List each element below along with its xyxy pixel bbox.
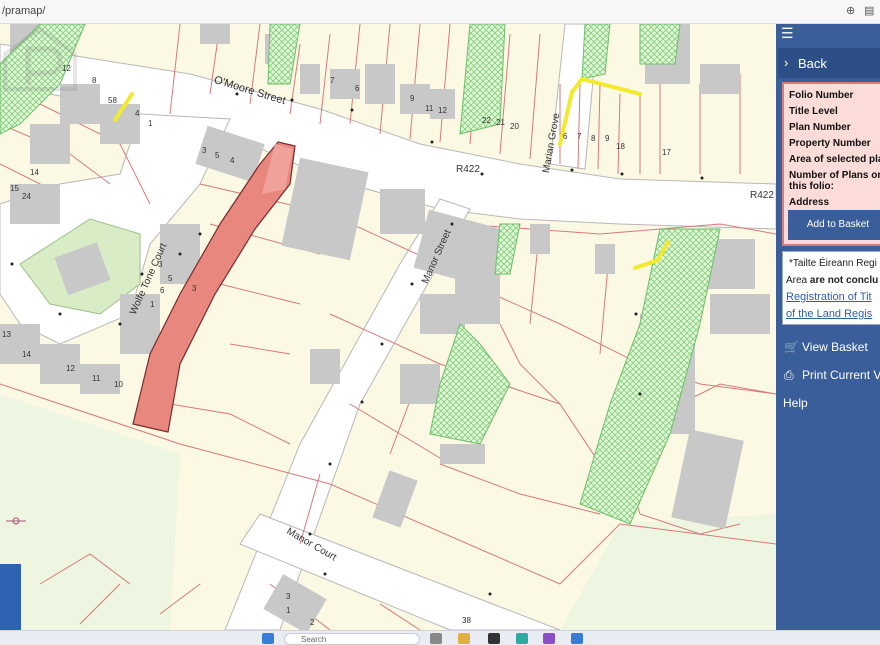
house-number: 17	[662, 148, 671, 157]
house-number: 58	[108, 96, 117, 105]
house-number: 11	[92, 374, 101, 383]
number-of-plans-label: Number of Plans on	[789, 170, 880, 181]
house-number: 14	[22, 350, 31, 359]
house-number: 3	[286, 592, 291, 601]
house-number: 14	[30, 168, 39, 177]
house-number: 38	[462, 616, 471, 625]
house-number: 8	[92, 76, 97, 85]
note-bold: are not conclu	[809, 275, 879, 286]
print-view-button[interactable]: ⎙ Print Current V	[776, 363, 880, 387]
note-line-1: *Tailte Éireann Regi	[789, 258, 877, 269]
land-registry-link[interactable]: of the Land Regis	[786, 308, 872, 320]
house-number: 24	[22, 192, 31, 201]
sidebar-panel: ☰ › Back Folio Number Title Level Plan N…	[776, 24, 880, 630]
menu-icon[interactable]: ☰	[781, 26, 795, 40]
property-number-label: Property Number	[789, 138, 871, 149]
house-number: 4	[230, 156, 235, 165]
view-basket-label: View Basket	[802, 340, 868, 354]
taskbar-search[interactable]: Search	[284, 633, 420, 645]
house-number: 11	[425, 104, 434, 113]
url-text: /pramap/	[2, 5, 46, 17]
house-number: 4	[135, 109, 140, 118]
folio-number-label: Folio Number	[789, 90, 854, 101]
house-number: 1	[150, 300, 155, 309]
watermark-logo	[3, 26, 77, 91]
cart-icon: 🛒	[784, 340, 799, 354]
help-label: Help	[783, 396, 808, 410]
add-to-basket-button[interactable]: Add to Basket	[788, 210, 880, 240]
plan-number-label: Plan Number	[789, 122, 851, 133]
house-number: 8	[591, 134, 596, 143]
windows-start-icon[interactable]	[262, 633, 274, 644]
title-level-label: Title Level	[789, 106, 838, 117]
house-number: 13	[2, 330, 11, 339]
number-of-plans-label-2: this folio:	[789, 181, 834, 192]
reader-icon[interactable]: ▤	[864, 4, 874, 17]
house-number: 6	[355, 84, 360, 93]
note-line-2: Area are not conclu	[786, 275, 878, 286]
house-number: 9	[605, 134, 610, 143]
registration-link[interactable]: Registration of Tit	[786, 291, 872, 303]
app-icon-2[interactable]	[543, 633, 555, 644]
view-basket-button[interactable]: 🛒 View Basket	[776, 335, 880, 359]
folio-info-box: Folio Number Title Level Plan Number Pro…	[782, 82, 880, 246]
house-number: 12	[66, 364, 75, 373]
house-number: 1	[148, 119, 153, 128]
house-number: 6	[563, 132, 568, 141]
house-number: 12	[438, 106, 447, 115]
house-number: 3	[158, 260, 163, 269]
house-number: 21	[496, 118, 505, 127]
green-field-right	[560, 514, 776, 630]
house-number: 10	[114, 380, 123, 389]
house-number: 20	[510, 122, 519, 131]
house-number: 7	[577, 132, 582, 141]
green-field	[0, 394, 180, 630]
house-number: 12	[62, 64, 71, 73]
house-number: 5	[215, 151, 220, 160]
browser-address-bar[interactable]: /pramap/ ⊕ ▤	[0, 0, 880, 24]
back-button[interactable]: › Back	[778, 48, 880, 78]
help-button[interactable]: Help	[776, 391, 880, 415]
house-number: 6	[160, 286, 165, 295]
house-number: 9	[410, 94, 415, 103]
house-number: 1	[286, 606, 291, 615]
printer-icon: ⎙	[784, 368, 794, 382]
label-r422-b: R422	[750, 190, 774, 201]
house-number: 3	[202, 146, 207, 155]
note-prefix: Area	[786, 275, 810, 286]
task-view-icon[interactable]	[430, 633, 442, 644]
print-view-label: Print Current V	[802, 368, 880, 382]
left-panel-toggle[interactable]	[0, 564, 21, 630]
file-explorer-icon[interactable]	[458, 633, 470, 644]
app-icon[interactable]	[488, 633, 500, 644]
back-label: Back	[798, 56, 827, 71]
app-icon-3[interactable]	[571, 633, 583, 644]
address-label: Address	[789, 197, 830, 208]
disclaimer-note: *Tailte Éireann Regi Area are not conclu…	[782, 251, 880, 325]
taskbar: Search	[0, 630, 880, 645]
map-canvas[interactable]: O'Moore Street Manor Street Marian Grove…	[0, 24, 776, 630]
house-number: 2	[310, 618, 315, 627]
chevron-right-icon: ›	[784, 55, 789, 70]
house-number: 7	[330, 76, 335, 85]
house-number: 18	[616, 142, 625, 151]
zoom-icon[interactable]: ⊕	[846, 4, 855, 17]
house-number: 15	[10, 184, 19, 193]
house-number: 5	[168, 274, 173, 283]
label-r422-a: R422	[456, 164, 480, 175]
edge-icon[interactable]	[516, 633, 528, 644]
house-number: 3	[192, 284, 197, 293]
map-layer	[0, 24, 776, 630]
house-number: 22	[482, 116, 491, 125]
area-selected-label: Area of selected pla	[789, 154, 880, 165]
